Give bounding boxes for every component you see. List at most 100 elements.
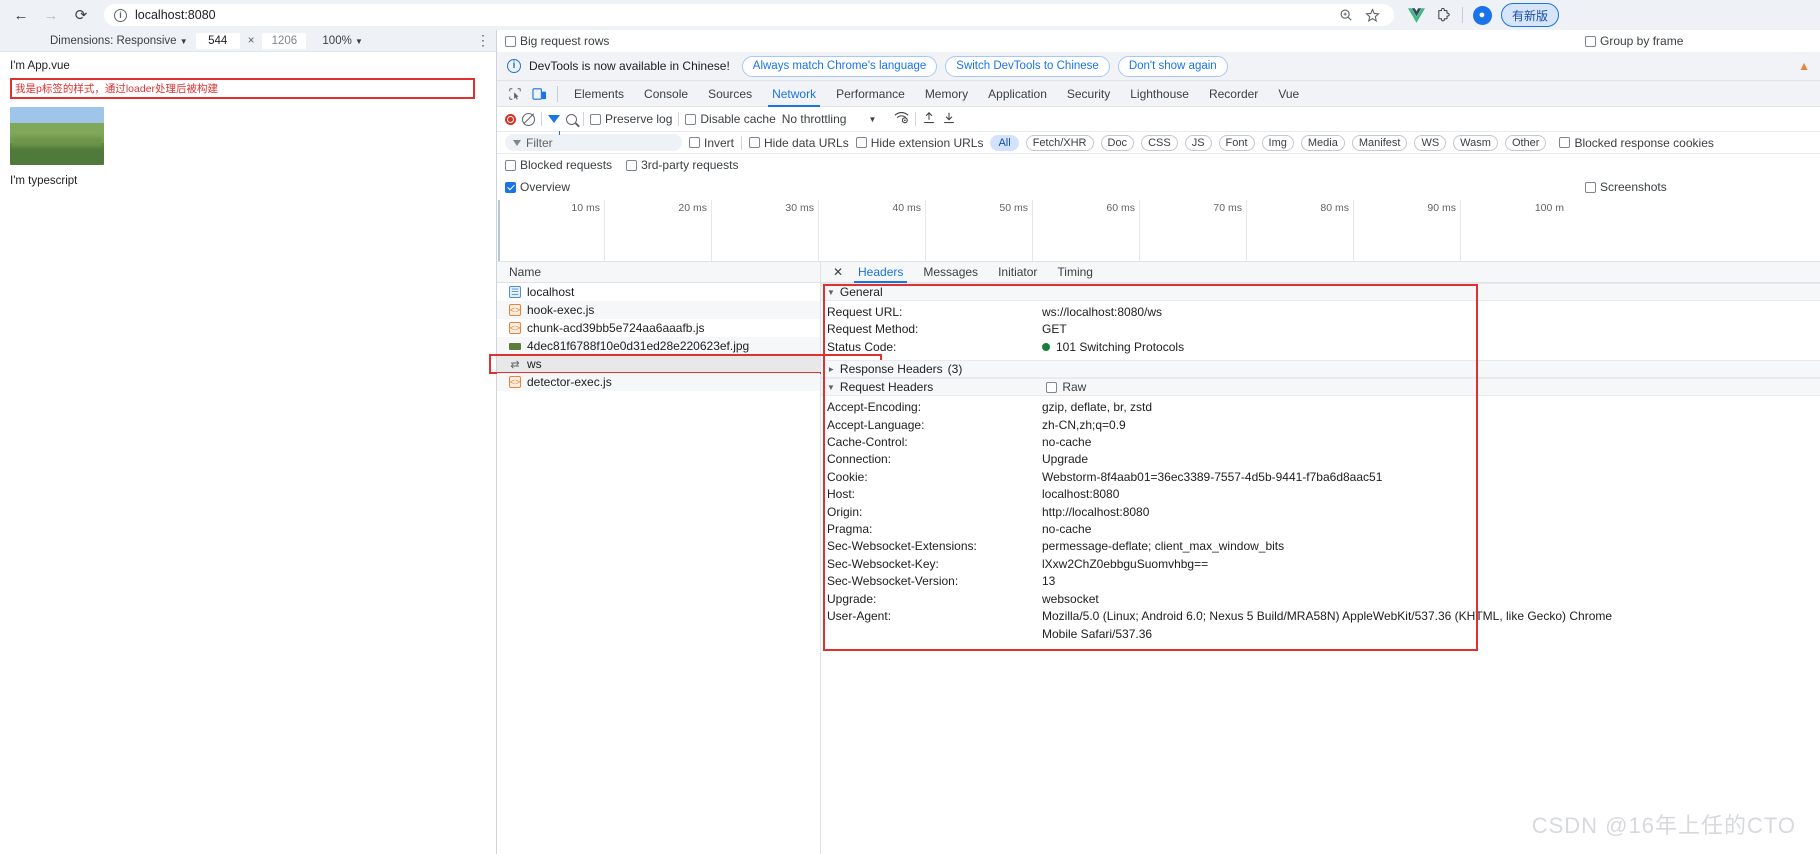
kebab-menu-icon[interactable]: ⋮ xyxy=(476,32,490,49)
table-row[interactable]: <> chunk-acd39bb5e724aa6aaafb.js xyxy=(497,319,820,337)
type-filter-manifest[interactable]: Manifest xyxy=(1351,134,1408,151)
tab-vue[interactable]: Vue xyxy=(1268,81,1309,107)
device-height-input[interactable] xyxy=(262,32,307,49)
tab-console[interactable]: Console xyxy=(634,81,698,107)
type-filter-fetch-xhr[interactable]: Fetch/XHR xyxy=(1025,134,1094,151)
network-conditions-icon[interactable] xyxy=(894,111,909,127)
preserve-log-checkbox[interactable]: Preserve log xyxy=(590,112,672,126)
dont-show-again-button[interactable]: Don't show again xyxy=(1117,55,1228,77)
checkbox-box[interactable] xyxy=(1585,181,1596,193)
address-bar[interactable]: i localhost:8080 xyxy=(104,4,1394,26)
disable-cache-checkbox[interactable]: Disable cache xyxy=(685,112,776,126)
blocked-requests-checkbox[interactable]: Blocked requests xyxy=(505,158,612,172)
tab-elements[interactable]: Elements xyxy=(564,81,634,107)
clear-network-icon[interactable] xyxy=(522,112,535,126)
dimensions-selector[interactable]: Dimensions: Responsive ▼ xyxy=(50,35,188,47)
hide-extension-urls-checkbox[interactable]: Hide extension URLs xyxy=(855,136,983,150)
overview-checkbox[interactable]: Overview xyxy=(505,180,570,194)
network-overview-timeline[interactable]: 10 ms 20 ms 30 ms 40 ms 50 ms 60 ms 70 m… xyxy=(497,200,1820,262)
type-filter-css[interactable]: CSS xyxy=(1141,134,1178,151)
tab-sources[interactable]: Sources xyxy=(698,81,762,107)
tab-memory[interactable]: Memory xyxy=(915,81,978,107)
checkbox-box[interactable] xyxy=(626,159,638,171)
detail-tab-headers[interactable]: Headers xyxy=(849,262,912,283)
big-request-rows-checkbox[interactable]: Big request rows xyxy=(505,34,609,48)
export-har-icon[interactable] xyxy=(942,111,956,128)
type-filter-media[interactable]: Media xyxy=(1300,134,1345,151)
filter-input[interactable]: Filter xyxy=(505,134,682,151)
type-filter-all[interactable]: All xyxy=(990,134,1019,151)
tab-network[interactable]: Network xyxy=(762,81,826,107)
table-row[interactable]: ⇄ ws xyxy=(489,354,882,374)
detail-tab-timing[interactable]: Timing xyxy=(1048,262,1102,283)
type-filter-img[interactable]: Img xyxy=(1261,134,1294,151)
tab-application[interactable]: Application xyxy=(978,81,1057,107)
type-filter-js[interactable]: JS xyxy=(1184,134,1212,151)
type-filter-ws[interactable]: WS xyxy=(1414,134,1447,151)
checkbox-box[interactable] xyxy=(855,137,867,148)
general-section-header[interactable]: ▼ General xyxy=(821,283,1820,301)
table-row[interactable]: ☰ localhost xyxy=(497,283,820,301)
group-by-frame-checkbox[interactable]: Group by frame xyxy=(1585,34,1683,48)
header-row: Cookie: Webstorm-8f4aab01=36ec3389-7557-4… xyxy=(821,469,1820,486)
invert-checkbox[interactable]: Invert xyxy=(689,136,734,150)
zoom-search-icon[interactable] xyxy=(1334,3,1358,27)
profile-avatar-icon[interactable]: ● xyxy=(1470,3,1494,27)
third-party-requests-checkbox[interactable]: 3rd-party requests xyxy=(626,158,738,172)
checkbox-box[interactable] xyxy=(689,137,700,148)
checkbox-box[interactable] xyxy=(1585,35,1596,47)
screenshots-checkbox[interactable]: Screenshots xyxy=(1585,180,1667,194)
blocked-response-cookies-checkbox[interactable]: Blocked response cookies xyxy=(1559,136,1714,150)
device-zoom-selector[interactable]: 100% ▼ xyxy=(322,35,363,47)
tab-security[interactable]: Security xyxy=(1057,81,1120,107)
reload-icon[interactable]: ⟳ xyxy=(68,2,94,28)
type-filter-doc[interactable]: Doc xyxy=(1100,134,1135,151)
checkbox-box[interactable] xyxy=(1046,381,1058,393)
checkbox-box[interactable] xyxy=(505,181,516,193)
search-icon[interactable] xyxy=(566,113,577,125)
star-icon[interactable] xyxy=(1360,3,1384,27)
inspect-element-icon[interactable] xyxy=(503,83,527,105)
import-har-icon[interactable] xyxy=(922,111,936,128)
header-value: localhost:8080 xyxy=(1042,487,1120,502)
always-match-language-button[interactable]: Always match Chrome's language xyxy=(741,55,938,77)
close-icon[interactable]: ✕ xyxy=(829,263,847,281)
extensions-puzzle-icon[interactable] xyxy=(1431,3,1455,27)
info-circle-icon[interactable]: i xyxy=(114,8,127,22)
checkbox-box[interactable] xyxy=(505,159,516,171)
vue-devtools-icon[interactable] xyxy=(1404,3,1428,27)
record-stop-icon[interactable] xyxy=(505,113,516,125)
device-width-input[interactable] xyxy=(195,32,240,49)
type-filter-other[interactable]: Other xyxy=(1504,134,1547,151)
checkbox-box[interactable] xyxy=(685,113,697,125)
raw-toggle[interactable]: Raw xyxy=(1046,380,1086,394)
detail-tab-initiator[interactable]: Initiator xyxy=(989,262,1046,283)
request-list-header[interactable]: Name xyxy=(497,262,820,283)
device-toolbar-icon[interactable] xyxy=(527,83,551,105)
checkbox-box[interactable] xyxy=(749,137,761,148)
switch-to-chinese-button[interactable]: Switch DevTools to Chinese xyxy=(945,55,1110,77)
back-arrow-icon[interactable]: ← xyxy=(8,2,34,28)
detail-tab-messages[interactable]: Messages xyxy=(914,262,987,283)
chevron-down-icon: ▼ xyxy=(868,114,877,124)
forward-arrow-icon[interactable]: → xyxy=(38,2,64,28)
type-filter-font[interactable]: Font xyxy=(1218,134,1255,151)
table-row[interactable]: <> detector-exec.js xyxy=(497,373,820,391)
checkbox-box[interactable] xyxy=(1559,137,1571,148)
table-row[interactable]: <> hook-exec.js xyxy=(497,301,820,319)
table-row[interactable]: 4dec81f6788f10e0d31ed28e220623ef.jpg xyxy=(497,337,820,355)
typescript-text: I'm typescript xyxy=(10,175,78,187)
checkbox-box[interactable] xyxy=(505,35,516,47)
checkbox-box[interactable] xyxy=(590,113,601,125)
response-headers-section-header[interactable]: ▼ Response Headers (3) xyxy=(821,360,1820,379)
tab-recorder[interactable]: Recorder xyxy=(1199,81,1268,107)
tab-lighthouse[interactable]: Lighthouse xyxy=(1120,81,1199,107)
filter-funnel-icon[interactable] xyxy=(548,115,561,135)
throttling-selector[interactable]: No throttling ▼ xyxy=(782,112,877,126)
request-headers-section-header[interactable]: ▼ Request Headers Raw xyxy=(821,378,1820,397)
tab-performance[interactable]: Performance xyxy=(826,81,915,107)
hide-data-urls-checkbox[interactable]: Hide data URLs xyxy=(749,136,849,150)
update-available-button[interactable]: 有新版 xyxy=(1501,3,1560,27)
type-filter-wasm[interactable]: Wasm xyxy=(1453,134,1498,151)
warning-triangle-icon[interactable]: ▲ xyxy=(1798,59,1810,73)
